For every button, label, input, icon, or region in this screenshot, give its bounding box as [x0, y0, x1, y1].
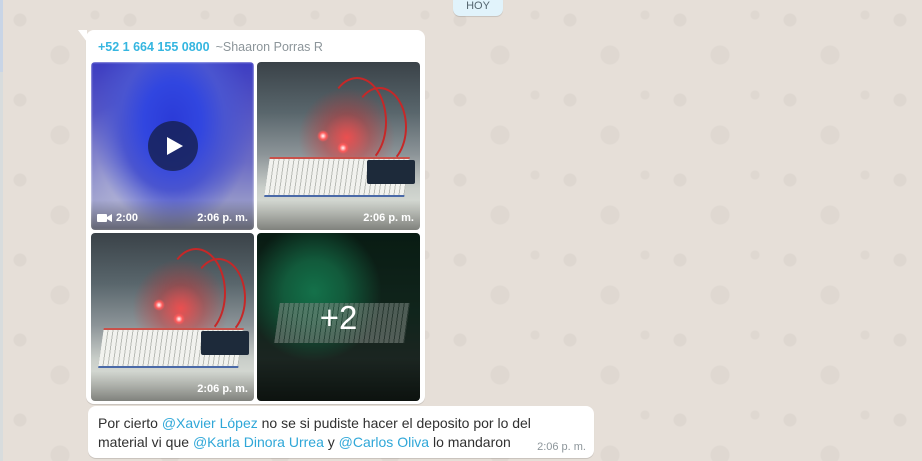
album-more-tile[interactable]: +2	[257, 233, 420, 401]
media-album-bubble: +52 1 664 155 0800 ~Shaaron Porras R 2:00…	[78, 30, 425, 404]
mention-link[interactable]: @Xavier López	[162, 415, 258, 431]
video-duration: 2:00	[116, 212, 139, 224]
led-glow	[153, 299, 165, 311]
video-meta: 2:00	[97, 212, 138, 224]
mention-link[interactable]: @Karla Dinora Urrea	[193, 434, 324, 450]
play-icon	[167, 137, 183, 155]
tile-timestamp: 2:06 p. m.	[197, 383, 248, 395]
sender-header: +52 1 664 155 0800 ~Shaaron Porras R	[98, 40, 323, 54]
panel-divider	[0, 0, 3, 461]
message-text-part: Por cierto	[98, 415, 162, 431]
album-video-tile[interactable]: 2:00 2:06 p. m.	[91, 62, 254, 230]
panel-divider-accent	[0, 0, 3, 72]
message-text-part: y	[323, 434, 339, 450]
led-glow	[173, 313, 185, 325]
album-photo-tile[interactable]: 2:06 p. m.	[91, 233, 254, 401]
sender-phone[interactable]: +52 1 664 155 0800	[98, 40, 210, 54]
video-camera-icon	[97, 214, 112, 222]
album-photo-tile[interactable]: 2:06 p. m.	[257, 62, 420, 230]
message-timestamp: 2:06 p. m.	[537, 441, 586, 453]
day-separator-chip: HOY	[453, 0, 503, 16]
sender-name: ~Shaaron Porras R	[215, 40, 323, 54]
tile-timestamp: 2:06 p. m.	[363, 212, 414, 224]
play-button[interactable]	[148, 121, 198, 171]
wire-shape	[191, 258, 246, 338]
wire-shape	[352, 87, 407, 167]
text-message-bubble: Por cierto @Xavier López no se si pudist…	[88, 406, 594, 458]
more-media-count: +2	[319, 299, 358, 336]
mention-link[interactable]: @Carlos Oliva	[339, 434, 429, 450]
led-glow	[337, 142, 349, 154]
led-glow	[317, 130, 329, 142]
message-text: Por cierto @Xavier López no se si pudist…	[98, 414, 584, 452]
message-text-part: lo mandaron	[429, 434, 511, 450]
tile-timestamp: 2:06 p. m.	[197, 212, 248, 224]
